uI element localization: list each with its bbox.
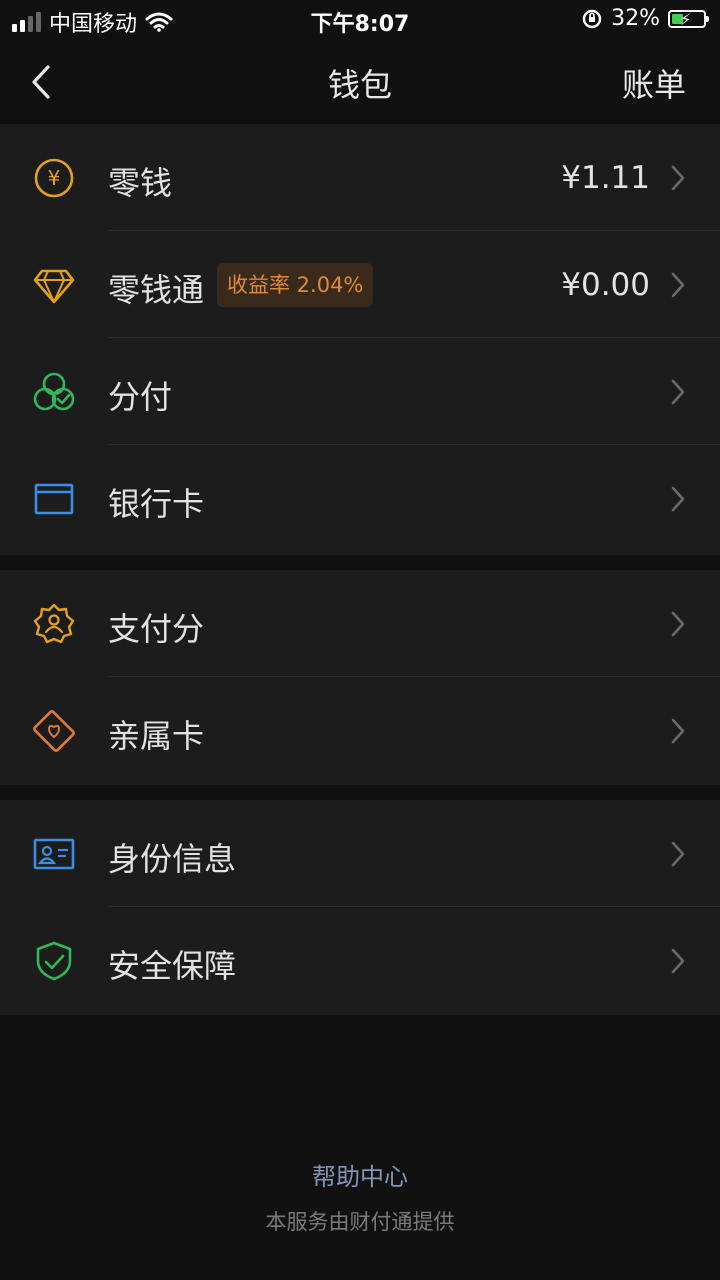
row-label: 分付: [108, 378, 173, 416]
status-right: 32% ⚡: [581, 6, 709, 31]
balance-value: ¥0.00: [561, 267, 650, 303]
row-label: 零钱: [108, 164, 173, 202]
status-bar: 中国移动 下午8:07 32% ⚡: [0, 0, 720, 40]
orientation-lock-icon: [582, 9, 602, 28]
list-item-pay-score[interactable]: 支付分: [0, 570, 720, 677]
wallet-section-funds: ¥ 零钱 ¥1.11 零钱通 收益率 2.04% ¥0.00 分付 银行卡: [0, 124, 720, 555]
row-label: 安全保障: [108, 947, 237, 985]
row-label: 零钱通: [108, 271, 205, 309]
chevron-right-icon: [671, 948, 685, 974]
chevron-right-icon: [671, 165, 685, 191]
row-label: 支付分: [108, 610, 205, 648]
battery-percent: 32%: [611, 6, 660, 31]
chevron-right-icon: [671, 611, 685, 637]
diamond-icon: [33, 269, 75, 304]
list-item-security[interactable]: 安全保障: [0, 907, 720, 1014]
heart-card-icon: [33, 710, 75, 752]
id-card-icon: [33, 838, 75, 870]
yuan-coin-icon: ¥: [34, 158, 74, 198]
chevron-right-icon: [671, 718, 685, 744]
chevron-right-icon: [671, 486, 685, 512]
balance-value: ¥1.11: [561, 160, 650, 196]
chevron-right-icon: [671, 841, 685, 867]
svg-text:¥: ¥: [48, 166, 61, 190]
chevron-right-icon: [671, 379, 685, 405]
overlapping-circles-icon: [33, 372, 75, 411]
wallet-section-security: 身份信息 安全保障: [0, 800, 720, 1015]
page-title: 钱包: [327, 66, 392, 104]
bill-button[interactable]: 账单: [622, 60, 686, 106]
nav-bar: 钱包 账单: [0, 40, 720, 124]
help-center-link[interactable]: 帮助中心: [0, 1157, 720, 1192]
list-item-bank-card[interactable]: 银行卡: [0, 445, 720, 552]
list-item-identity[interactable]: 身份信息: [0, 800, 720, 907]
list-item-family-card[interactable]: 亲属卡: [0, 677, 720, 784]
battery-charging-icon: ⚡: [668, 9, 709, 29]
wallet-section-credit: 支付分 亲属卡: [0, 570, 720, 785]
list-item-lingqiantong[interactable]: 零钱通 收益率 2.04% ¥0.00: [0, 231, 720, 338]
card-icon: [34, 483, 74, 515]
list-item-change[interactable]: ¥ 零钱 ¥1.11: [0, 124, 720, 231]
list-item-fenfu[interactable]: 分付: [0, 338, 720, 445]
badge-person-icon: [33, 603, 75, 644]
row-label: 银行卡: [108, 485, 205, 523]
chevron-right-icon: [671, 272, 685, 298]
yield-badge: 收益率 2.04%: [217, 263, 374, 307]
provider-note: 本服务由财付通提供: [265, 1210, 455, 1234]
row-label: 身份信息: [108, 840, 237, 878]
shield-check-icon: [36, 941, 72, 981]
row-label: 亲属卡: [108, 717, 205, 755]
